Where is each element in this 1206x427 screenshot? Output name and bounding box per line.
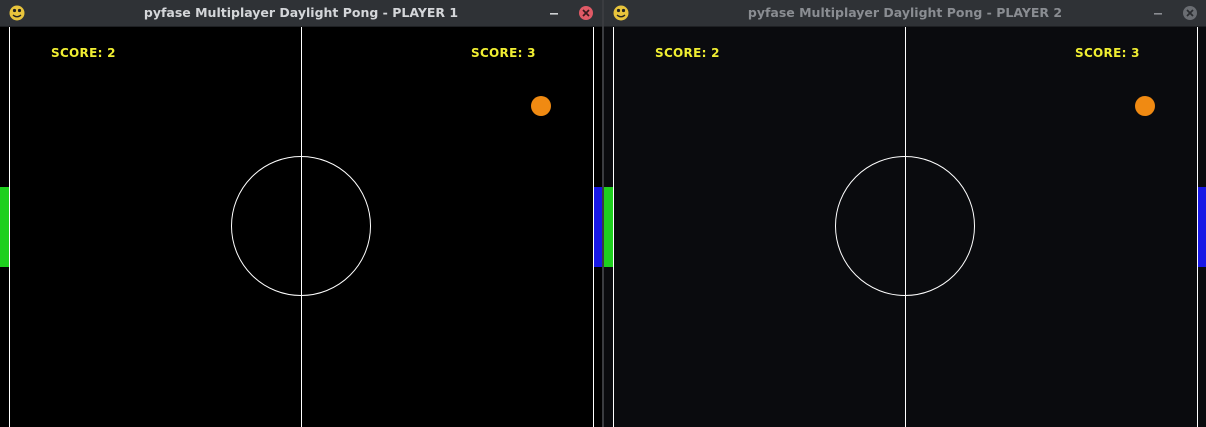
playfield [604, 27, 1206, 427]
right-paddle [594, 187, 602, 267]
score-right: SCORE: 3 [1075, 46, 1140, 60]
title-bar[interactable]: pyfase Multiplayer Daylight Pong - PLAYE… [0, 0, 602, 27]
title-bar[interactable]: pyfase Multiplayer Daylight Pong - PLAYE… [604, 0, 1206, 27]
left-paddle [604, 187, 613, 267]
game-canvas: SCORE: 2 SCORE: 3 [0, 27, 602, 427]
score-right: SCORE: 3 [471, 46, 536, 60]
close-icon[interactable] [1182, 5, 1198, 21]
player1-window: pyfase Multiplayer Daylight Pong - PLAYE… [0, 0, 602, 427]
close-icon[interactable] [578, 5, 594, 21]
playfield [0, 27, 602, 427]
score-left: SCORE: 2 [655, 46, 720, 60]
minimize-icon[interactable] [546, 5, 562, 21]
minimize-icon[interactable] [1150, 5, 1166, 21]
left-paddle [0, 187, 9, 267]
window-title: pyfase Multiplayer Daylight Pong - PLAYE… [143, 5, 459, 20]
ball [1135, 96, 1155, 116]
player2-window: pyfase Multiplayer Daylight Pong - PLAYE… [604, 0, 1206, 427]
score-left: SCORE: 2 [51, 46, 116, 60]
right-paddle [1198, 187, 1206, 267]
ball [531, 96, 551, 116]
game-canvas: SCORE: 2 SCORE: 3 [604, 27, 1206, 427]
window-title: pyfase Multiplayer Daylight Pong - PLAYE… [747, 5, 1063, 20]
